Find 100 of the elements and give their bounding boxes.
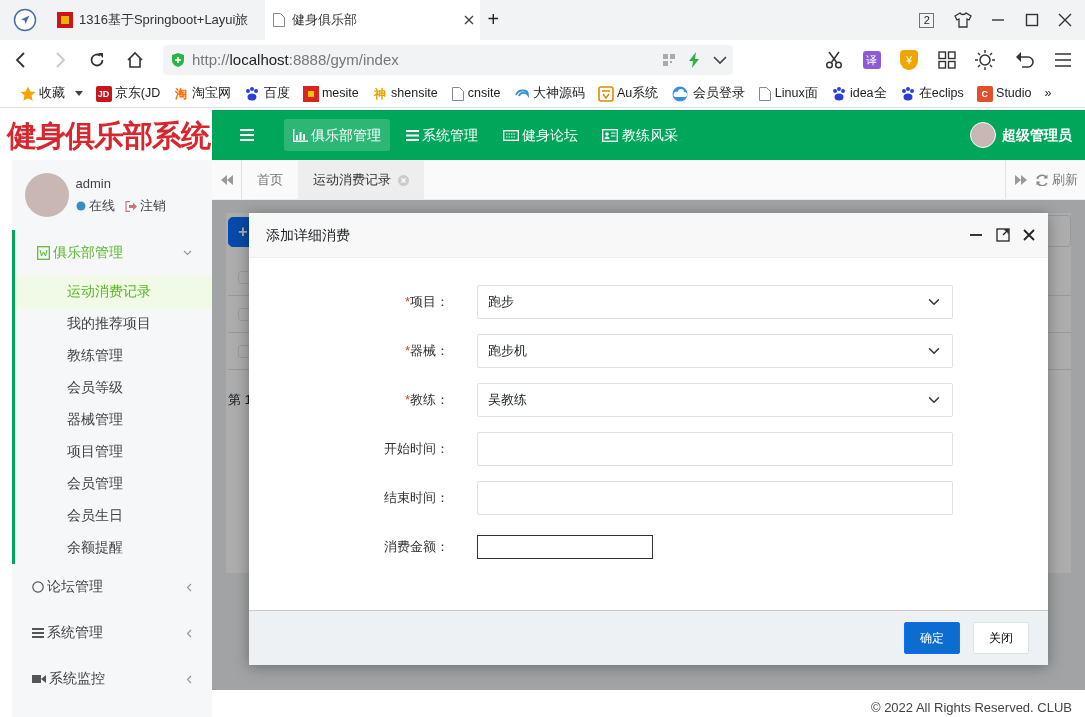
window-count-badge: 2 (919, 12, 934, 28)
maximize-icon[interactable] (1024, 13, 1039, 27)
menu-group[interactable]: 系统监控 (12, 656, 212, 702)
chevron-left-icon (186, 628, 192, 638)
bookmark-logo: 神 (372, 85, 387, 102)
bookmark-link[interactable]: 在eclips (918, 84, 964, 103)
bookmark-link[interactable]: mesite (321, 84, 359, 103)
maximize-icon[interactable] (996, 228, 1010, 242)
shield-icon (169, 52, 186, 68)
menu-item[interactable]: 器械管理 (15, 404, 212, 436)
bookmark-link[interactable]: cnsite (467, 84, 501, 103)
scissors-icon[interactable] (825, 51, 843, 69)
video-camera-icon (32, 674, 46, 684)
close-icon[interactable] (463, 15, 474, 25)
status-dot-icon (75, 201, 86, 212)
bookmark-link[interactable]: 淘宝网 (192, 84, 232, 103)
bookmark-link[interactable]: Studio (996, 84, 1032, 103)
refresh-icon (1036, 173, 1049, 186)
profile-name: admin (75, 175, 112, 194)
close-icon[interactable] (1023, 229, 1035, 241)
status-text: 在线 (88, 198, 115, 215)
menu-group[interactable]: 论坛管理 (12, 564, 212, 610)
bookmark-logo: JD (95, 85, 112, 102)
scroll-right-icon[interactable] (1014, 174, 1027, 185)
menu-item[interactable]: 余额提醒 (15, 532, 212, 564)
bookmark-link[interactable]: idea全 (849, 84, 887, 103)
navigation-icon[interactable] (13, 8, 37, 32)
field-label: 开始时间： (383, 440, 449, 459)
menu-item[interactable]: 会员等级 (15, 372, 212, 404)
home-icon[interactable] (125, 51, 144, 69)
field-label: *器械： (403, 342, 449, 361)
app-logo: 健身俱乐部系统 (0, 110, 212, 160)
field-label: *项目： (403, 293, 449, 312)
select-field[interactable]: 吴教练 (477, 383, 953, 417)
refresh-button[interactable]: 刷新 (1035, 160, 1085, 199)
menu-item[interactable]: 教练管理 (15, 340, 212, 372)
close-button[interactable]: 关闭 (972, 622, 1029, 654)
shirt-icon[interactable] (953, 12, 972, 28)
menu-group[interactable]: 系统管理 (12, 610, 212, 656)
page-icon (450, 85, 465, 102)
input-field[interactable] (477, 535, 653, 559)
avatar-picture (969, 122, 996, 148)
favicon-icon (56, 12, 73, 28)
menu-item[interactable]: 会员管理 (15, 468, 212, 500)
page-tab[interactable]: 首页 (242, 160, 298, 200)
bar-chart-icon (293, 128, 308, 142)
chevron-left-icon (186, 582, 192, 592)
user-name: 超级管理员 (1002, 125, 1072, 145)
address-field[interactable]: http://localhost:8888/gym/index (163, 45, 733, 75)
reload-icon[interactable] (88, 51, 106, 69)
select-field[interactable]: 跑步 (477, 285, 953, 319)
menu-item[interactable]: 我的推荐项目 (15, 308, 212, 340)
keyboard-icon (502, 129, 519, 141)
translate-button[interactable]: 译 (862, 51, 881, 69)
list-icon (405, 129, 419, 141)
menu-icon[interactable] (1054, 52, 1072, 68)
circle-icon (32, 581, 44, 593)
more-bookmarks-button[interactable]: » (1044, 84, 1052, 103)
box-icon (597, 85, 614, 102)
confirm-button[interactable]: 确定 (903, 622, 960, 654)
paw-icon (244, 85, 261, 102)
bookmark-link[interactable]: Linux面 (774, 84, 818, 103)
bookmark-link[interactable]: 大神源码 (532, 84, 585, 103)
id-card-icon (602, 128, 619, 142)
select-field[interactable]: 跑步机 (477, 334, 953, 368)
dialog-title: 添加详细消费 (265, 225, 351, 245)
list-icon (32, 628, 44, 638)
new-tab-button[interactable]: + (486, 4, 501, 36)
bookmark-logo: C (976, 85, 993, 102)
browser-tab[interactable]: 1316基于Springboot+Layui旅 (50, 0, 265, 40)
browser-tab[interactable]: 健身俱乐部 (265, 0, 480, 40)
cloud-icon (671, 85, 690, 102)
logout-icon[interactable] (124, 200, 137, 212)
page-icon (757, 85, 772, 102)
bookmark-link[interactable]: shensite (391, 84, 438, 103)
bookmark-link[interactable]: Au系统 (617, 84, 659, 103)
bookmark-link[interactable]: 会员登录 (692, 84, 745, 103)
tab-title: 1316基于Springboot+Layui旅 (79, 11, 250, 30)
field-label: *教练： (403, 391, 449, 410)
scroll-left-icon[interactable] (220, 174, 233, 185)
logout-link[interactable]: 注销 (139, 197, 166, 216)
chevron-down-icon[interactable] (712, 55, 727, 65)
bookmark-link[interactable]: 百度 (263, 84, 290, 103)
bookmark-link[interactable]: 京东(JD (114, 84, 161, 103)
copyright-text: © 2022 All Rights Reserved. CLUB (870, 698, 1072, 717)
bookmark-link[interactable]: 收藏 (38, 84, 65, 103)
caret-icon[interactable] (74, 90, 83, 97)
page-tab[interactable]: 运动消费记录 (298, 160, 424, 200)
tab-title: 健身俱乐部 (292, 11, 358, 30)
page-icon (271, 12, 286, 28)
grid-icon[interactable] (937, 51, 956, 69)
close-icon[interactable] (1058, 13, 1072, 27)
paw-icon (899, 85, 916, 102)
url-text: http://localhost:8888/gym/index (192, 49, 400, 70)
menu-item[interactable]: 会员生日 (15, 500, 212, 532)
chevron-down-icon (183, 250, 192, 256)
sun-icon[interactable] (975, 50, 995, 70)
field-label: 结束时间： (383, 489, 449, 508)
menu-item[interactable]: 项目管理 (15, 436, 212, 468)
undo-icon[interactable] (1014, 51, 1035, 69)
